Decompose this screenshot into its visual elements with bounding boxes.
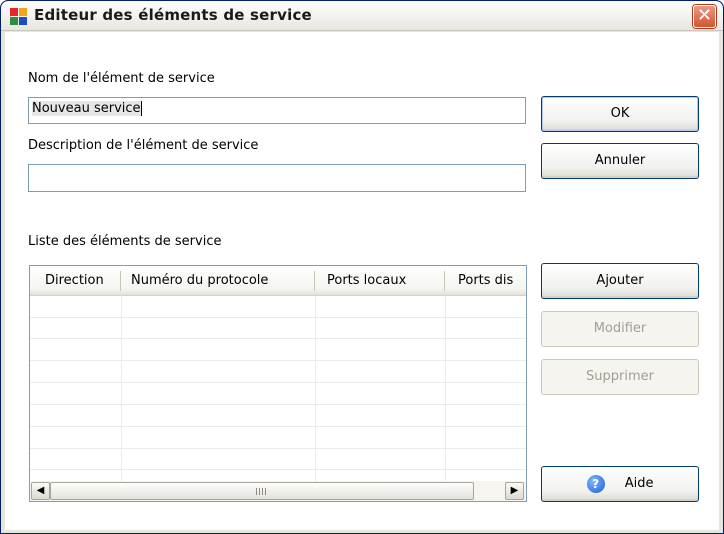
scrollbar-thumb[interactable] [50, 482, 474, 500]
column-separator[interactable] [314, 271, 315, 291]
dialog-window: Editeur des éléments de service ✕ Nom de… [0, 0, 724, 534]
close-button[interactable]: ✕ [693, 5, 716, 28]
grid-line [30, 382, 526, 383]
grid-line [121, 296, 122, 482]
scroll-left-button[interactable]: ◀ [31, 482, 50, 500]
service-list-label: Liste des éléments de service [28, 234, 222, 249]
help-button[interactable]: ? Aide [541, 466, 699, 502]
grid-line [30, 448, 526, 449]
window-title: Editeur des éléments de service [34, 6, 312, 24]
service-list-view[interactable]: Direction Numéro du protocole Ports loca… [29, 265, 527, 502]
service-description-label: Description de l'élément de service [28, 138, 259, 153]
list-header: Direction Numéro du protocole Ports loca… [30, 266, 526, 296]
column-separator[interactable] [444, 271, 445, 291]
title-bar[interactable]: Editeur des éléments de service ✕ [1, 1, 723, 31]
grid-line [445, 296, 446, 482]
help-button-label: Aide [624, 476, 654, 491]
scrollbar-grip [256, 488, 268, 495]
grid-line [30, 404, 526, 405]
help-icon: ? [586, 474, 605, 493]
grid-line [30, 317, 526, 318]
service-name-value: Nouveau service [32, 101, 141, 116]
delete-button[interactable]: Supprimer [541, 359, 699, 395]
add-button[interactable]: Ajouter [541, 263, 699, 299]
ok-button[interactable]: OK [541, 96, 699, 132]
cancel-button[interactable]: Annuler [541, 143, 699, 179]
service-description-input[interactable] [28, 164, 526, 192]
service-name-label: Nom de l'élément de service [28, 71, 215, 86]
app-icon [10, 8, 27, 25]
grid-line [30, 426, 526, 427]
scroll-right-icon: ▶ [510, 485, 519, 496]
service-name-input[interactable]: Nouveau service [28, 97, 526, 124]
column-separator[interactable] [120, 271, 121, 291]
scroll-left-icon: ◀ [36, 485, 45, 496]
grid-line [30, 360, 526, 361]
column-header-local-ports[interactable]: Ports locaux [327, 266, 447, 296]
grid-line [315, 296, 316, 482]
horizontal-scrollbar[interactable]: ◀ ▶ [30, 481, 526, 501]
scroll-right-button[interactable]: ▶ [505, 482, 524, 500]
column-header-remote-ports[interactable]: Ports dis [458, 266, 526, 296]
close-icon: ✕ [696, 5, 713, 26]
grid-line [30, 469, 526, 470]
grid-line [30, 338, 526, 339]
modify-button[interactable]: Modifier [541, 311, 699, 347]
column-header-protocol-number[interactable]: Numéro du protocole [131, 266, 321, 296]
column-header-direction[interactable]: Direction [45, 266, 125, 296]
